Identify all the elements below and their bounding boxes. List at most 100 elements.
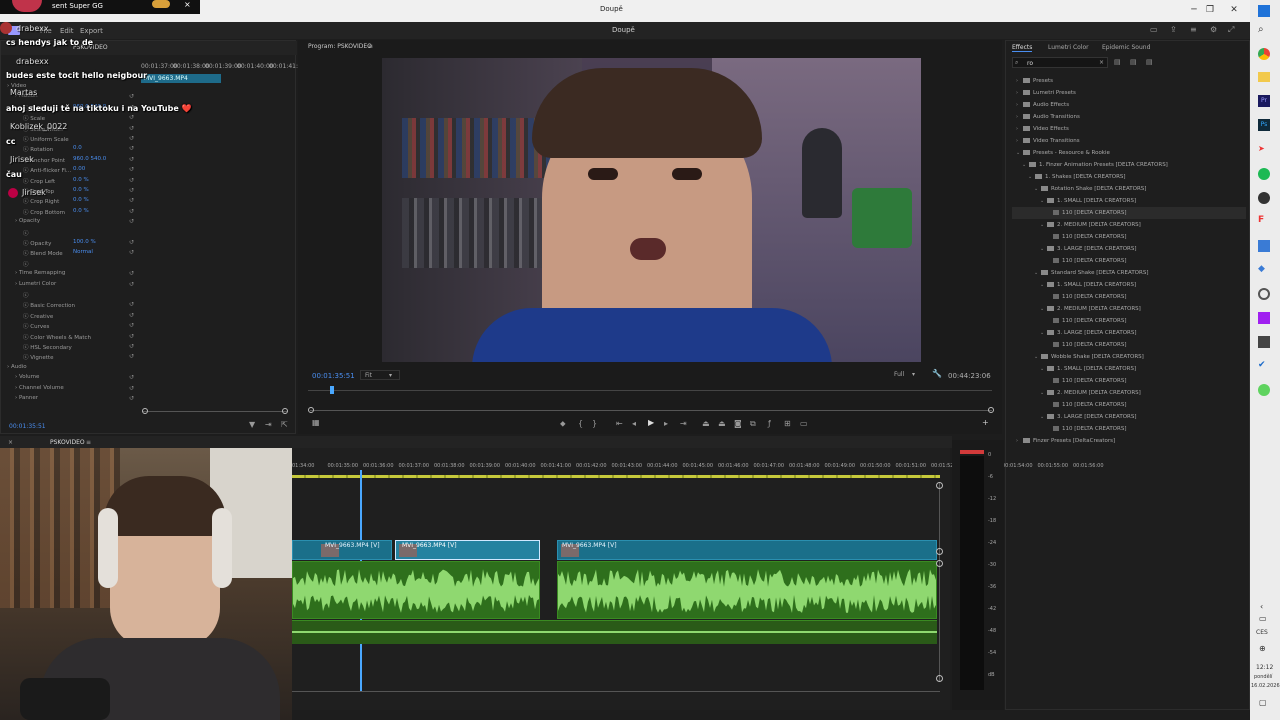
chevron-right-icon[interactable]: › (1016, 135, 1023, 147)
search-icon[interactable]: ⌕ (1258, 24, 1264, 35)
steam-icon[interactable]: ✔ (1258, 360, 1270, 372)
share-icon[interactable]: ⇪ (1170, 25, 1177, 34)
effect-property-value[interactable]: 0.0 % (73, 208, 89, 214)
fit-dropdown[interactable]: Fit ▾ (360, 370, 400, 380)
effects-search-box[interactable]: ⌕ ro × (1012, 57, 1108, 68)
chevron-down-icon[interactable]: ⌄ (1034, 183, 1041, 195)
effects-tree-item[interactable]: ⌄ 3. LARGE [DELTA CREATORS] (1012, 243, 1246, 255)
photoshop-icon[interactable]: Ps (1258, 119, 1270, 131)
effects-tree-item[interactable]: › Audio Effects (1012, 99, 1246, 111)
reset-icon[interactable]: ↺ (129, 301, 134, 308)
reset-icon[interactable]: ↺ (129, 312, 134, 319)
chevron-down-icon[interactable]: ⌄ (1040, 327, 1047, 339)
yuv-effects-icon[interactable]: ▤ (1146, 58, 1153, 66)
reset-icon[interactable]: ↺ (129, 333, 134, 340)
fullscreen-icon[interactable]: ⤢ (1228, 25, 1234, 35)
32bit-effects-icon[interactable]: ▤ (1130, 58, 1137, 66)
effects-tree-item[interactable]: › Video Effects (1012, 123, 1246, 135)
zoom-slider-handle-right[interactable] (282, 408, 288, 414)
go-to-in-icon[interactable]: ⇤ (616, 419, 623, 428)
effects-tree-item[interactable]: 110 [DELTA CREATORS] (1012, 375, 1246, 387)
effects-tree-item[interactable]: 110 [DELTA CREATORS] (1012, 399, 1246, 411)
program-zoom-handle-left[interactable] (308, 407, 314, 413)
panel-menu-icon[interactable]: ≡ (86, 439, 91, 446)
chevron-down-icon[interactable]: ⌄ (1040, 363, 1047, 375)
effects-tree-item[interactable]: ⌄ 1. SMALL [DELTA CREATORS] (1012, 363, 1246, 375)
chevron-down-icon[interactable]: ⌄ (1034, 351, 1041, 363)
timeline-sequence-tab[interactable]: PSKOVIDEO (50, 439, 85, 446)
zoom-slider-handle[interactable] (142, 408, 148, 414)
globe-icon[interactable]: ⊕ (1259, 644, 1266, 653)
notification-icon[interactable]: ▢ (1259, 698, 1267, 707)
chevron-right-icon[interactable]: › (1016, 87, 1023, 99)
add-marker-icon[interactable]: ⬥ (560, 419, 566, 429)
audio-clip[interactable] (292, 561, 540, 619)
stopwatch-icon[interactable]: ⓒ (23, 262, 29, 268)
app-green-icon[interactable] (1258, 384, 1270, 396)
audio-clip[interactable] (557, 561, 937, 619)
minimize-icon[interactable]: ─ (1186, 3, 1202, 17)
video-clip[interactable]: MVI_9663.MP4 [V] (292, 540, 392, 560)
effects-tree-item[interactable]: 110 [DELTA CREATORS] (1012, 231, 1246, 243)
effects-tree-item[interactable]: 110 [DELTA CREATORS] (1012, 207, 1246, 219)
effect-property-row[interactable]: › Channel Volume (15, 385, 64, 395)
effects-tree-item[interactable]: ⌄ Standard Shake [DELTA CREATORS] (1012, 267, 1246, 279)
chevron-down-icon[interactable]: ⌄ (1040, 195, 1047, 207)
effects-tree-item[interactable]: ⌄ 2. MEDIUM [DELTA CREATORS] (1012, 303, 1246, 315)
close-alert-icon[interactable]: × (184, 0, 191, 9)
app-blue-icon[interactable] (1258, 240, 1270, 252)
app-purple-icon[interactable] (1258, 312, 1270, 324)
clock-time[interactable]: 12:12 (1256, 664, 1273, 671)
video-clip-selected[interactable]: MVI_9663.MP4 [V] (395, 540, 540, 560)
app-f-icon[interactable]: F (1258, 215, 1270, 227)
effects-tree-item[interactable]: ⌄ Presets - Resource & Rookie (1012, 147, 1246, 159)
effects-tree-item[interactable]: › Video Transitions (1012, 135, 1246, 147)
program-timecode[interactable]: 00:01:35:51 (312, 372, 355, 380)
chevron-right-icon[interactable]: › (1016, 435, 1023, 447)
effects-tree-item[interactable]: ⌄ Rotation Shake [DELTA CREATORS] (1012, 183, 1246, 195)
chevron-right-icon[interactable]: › (1016, 75, 1023, 87)
effect-property-row[interactable]: › Opacity (15, 218, 40, 228)
program-zoom-handle-right[interactable] (988, 407, 994, 413)
menu-lines-icon[interactable]: ≡ (1190, 25, 1197, 34)
tab-epidemic-sound[interactable]: Epidemic Sound (1102, 44, 1150, 51)
reset-icon[interactable]: ↺ (129, 208, 134, 215)
program-zoom-bar[interactable] (310, 410, 992, 411)
effects-tree-item[interactable]: 110 [DELTA CREATORS] (1012, 339, 1246, 351)
play-icon[interactable]: ▶ (648, 418, 654, 427)
chevron-down-icon[interactable]: ⌄ (1016, 147, 1023, 159)
accelerated-effects-icon[interactable]: ▤ (1114, 58, 1121, 66)
step-forward-icon[interactable]: ▸ (664, 419, 668, 428)
quality-dropdown[interactable]: Full ▾ (894, 370, 924, 380)
effect-property-row[interactable]: ⓒ Blend Mode Normal (23, 249, 93, 259)
chevron-down-icon[interactable]: ⌄ (1034, 267, 1041, 279)
effect-property-row[interactable]: ⓒ Color Wheels & Match (23, 333, 91, 343)
mark-in-icon[interactable]: { (578, 419, 583, 428)
effect-property-row[interactable]: ⓒ (23, 260, 29, 270)
effect-property-row[interactable]: › Time Remapping (15, 270, 65, 280)
export-icon[interactable]: ⇱ (281, 420, 288, 429)
chevron-down-icon[interactable]: ⌄ (1040, 411, 1047, 423)
filter-icon[interactable]: ▼ (249, 420, 255, 429)
effects-tree-item[interactable]: ⌄ 1. SMALL [DELTA CREATORS] (1012, 195, 1246, 207)
tab-lumetri-color[interactable]: Lumetri Color (1048, 44, 1089, 51)
reset-icon[interactable]: ↺ (129, 281, 134, 288)
close-tab-icon[interactable]: × (8, 439, 13, 446)
effects-search-input[interactable]: ro (1027, 60, 1033, 67)
wrench-icon[interactable]: 🔧 (932, 369, 942, 378)
app-diamond-icon[interactable]: ◆ (1258, 264, 1270, 276)
compare-icon[interactable]: ⧉ (750, 419, 756, 429)
effect-timecode[interactable]: 00:01:35:51 (9, 423, 46, 430)
app-dark-icon[interactable] (1258, 336, 1270, 348)
clear-search-icon[interactable]: × (1099, 59, 1104, 66)
music-track[interactable] (292, 620, 937, 644)
chevron-down-icon[interactable]: ⌄ (1040, 219, 1047, 231)
reset-icon[interactable]: ↺ (129, 270, 134, 277)
chevron-down-icon[interactable]: ⌄ (1028, 171, 1035, 183)
folder-icon[interactable] (1258, 72, 1270, 82)
chevron-down-icon[interactable]: ⌄ (1040, 279, 1047, 291)
chevron-down-icon[interactable]: ⌄ (1022, 159, 1029, 171)
mark-out-icon[interactable]: } (592, 419, 597, 428)
video-clip[interactable]: MVI_9663.MP4 [V] (557, 540, 937, 560)
effect-property-row[interactable]: ⓒ (23, 229, 29, 239)
